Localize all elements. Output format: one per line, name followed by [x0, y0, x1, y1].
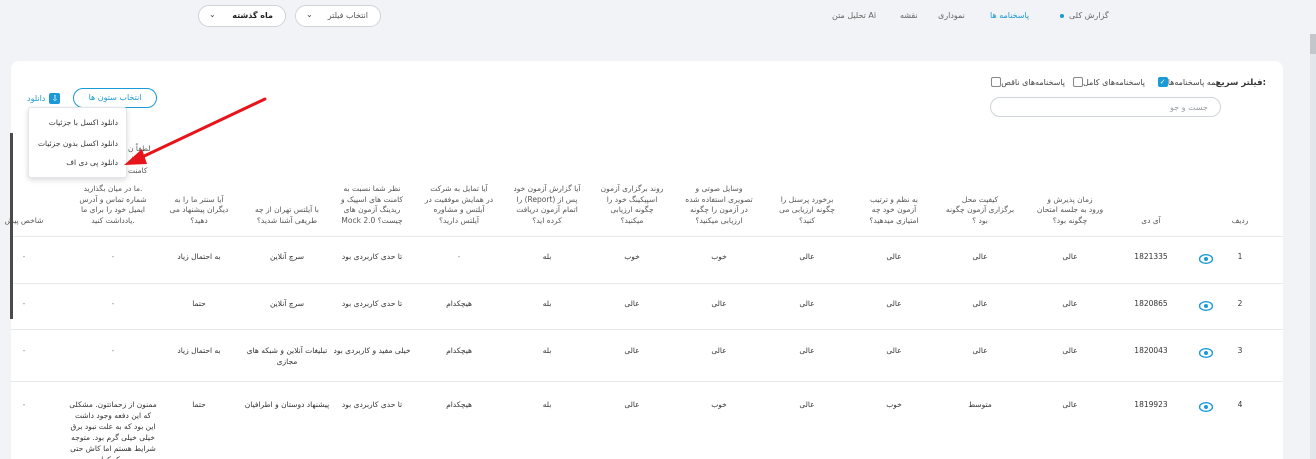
- period-select-value: ماه گذشته: [232, 11, 273, 20]
- scrollbar-thumb[interactable]: [1310, 34, 1316, 54]
- filter-select[interactable]: انتخاب فیلتر ⌄: [295, 5, 381, 27]
- table-cell: شرایط هستم اما کاش حتی: [70, 444, 156, 453]
- select-columns-button[interactable]: انتخاب ستون ها: [73, 88, 157, 108]
- tab-answer-sheets[interactable]: پاسخنامه ها: [990, 11, 1029, 20]
- tab-charts[interactable]: نموداری: [938, 11, 965, 20]
- tab-ai-text-analysis[interactable]: تحلیل متن Ai: [832, 11, 876, 20]
- left-scroll-indicator: [10, 133, 13, 319]
- table-cell: خیلی خیلی گرم بود. متوجه: [71, 433, 155, 442]
- active-tab-indicator: [1060, 14, 1064, 18]
- download-icon: ⇩: [49, 92, 61, 104]
- column-header[interactable]: ایمیل خود را برای ما: [53, 205, 173, 216]
- column-header[interactable]: شماره تماس و آدرس: [53, 195, 173, 206]
- download-excel-detailed[interactable]: دانلود اکسل با جزئیات: [49, 118, 118, 127]
- checkbox-all[interactable]: ✓: [1157, 77, 1168, 87]
- filter-complete-answers[interactable]: پاسخنامه‌های کامل: [1069, 76, 1145, 88]
- download-label: دانلود: [27, 93, 46, 103]
- download-button[interactable]: دانلود ⇩: [27, 91, 61, 105]
- filter-all-answers[interactable]: ✓ همه پاسخنامه‌ها: [1154, 76, 1220, 88]
- table-cell: این بود که به علت نبود برق: [70, 422, 156, 431]
- column-header[interactable]: نظر شما نسبت به: [312, 184, 432, 195]
- table-cell: که این دفعه وجود داشت: [74, 411, 152, 420]
- filter-incomplete-label: پاسخنامه‌های ناقص: [1001, 77, 1065, 87]
- column-header[interactable]: کامنت های اسپیک و: [312, 195, 432, 206]
- search-placeholder: جست و جو: [1170, 103, 1208, 112]
- filter-select-value: انتخاب فیلتر: [327, 11, 368, 20]
- column-header[interactable]: ما در میان بگذارید.: [53, 184, 173, 195]
- chevron-down-icon: ⌄: [306, 10, 313, 19]
- download-pdf[interactable]: دانلود پی دی اف: [66, 158, 118, 167]
- download-excel-simple[interactable]: دانلود اکسل بدون جزئیات: [38, 139, 118, 148]
- top-navigation: گزارش کلی پاسخنامه ها نموداری نقشه تحلیل…: [0, 0, 1316, 34]
- hidden-header-fragment: موار: [128, 155, 142, 164]
- filter-incomplete-answers[interactable]: پاسخنامه‌های ناقص: [987, 76, 1065, 88]
- tab-overall-report[interactable]: گزارش کلی: [1069, 11, 1109, 20]
- page-scrollbar[interactable]: [1310, 34, 1316, 459]
- checkbox-incomplete[interactable]: [991, 77, 1002, 87]
- checkbox-complete[interactable]: [1072, 77, 1083, 87]
- filter-all-label: همه پاسخنامه‌ها: [1167, 77, 1220, 87]
- download-menu: دانلود اکسل با جزئیات دانلود اکسل بدون ج…: [28, 107, 127, 178]
- table-cell: -: [22, 346, 26, 355]
- quick-filter-label: فیلتر سریع:: [1215, 78, 1266, 88]
- table-cell: مجازی: [276, 357, 298, 366]
- search-input[interactable]: جست و جو: [990, 97, 1221, 117]
- table-cell: یک کولر...: [53, 454, 173, 459]
- hidden-header-fragment: لطفاً ن: [128, 144, 151, 153]
- row-divider: [11, 236, 1283, 237]
- tab-map[interactable]: نقشه: [900, 11, 918, 20]
- hidden-header-fragment: کامنت: [128, 166, 148, 175]
- table-cell: -: [22, 400, 26, 409]
- period-select[interactable]: ماه گذشته ⌄: [198, 5, 286, 27]
- chevron-down-icon: ⌄: [209, 10, 216, 19]
- row-divider: [11, 329, 1283, 330]
- filter-complete-label: پاسخنامه‌های کامل: [1082, 77, 1145, 87]
- row-divider: [11, 283, 1283, 284]
- row-divider: [11, 381, 1283, 382]
